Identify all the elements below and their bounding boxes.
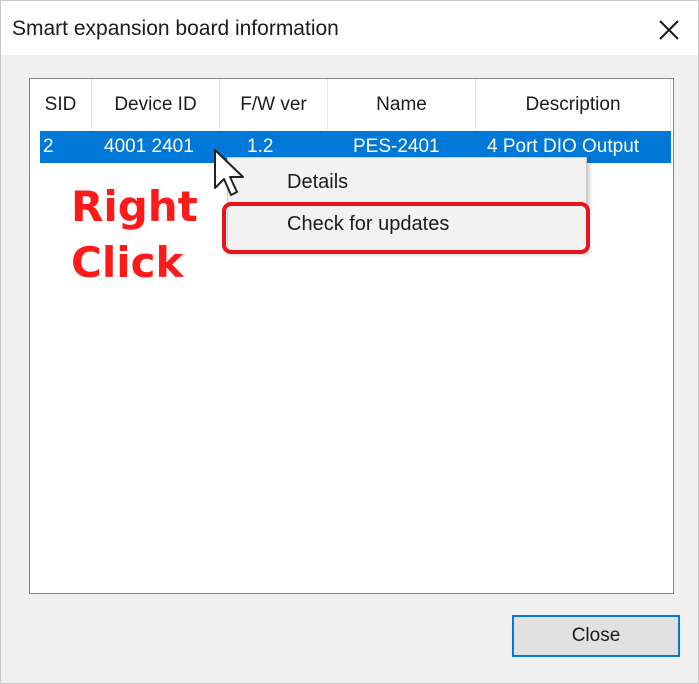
mouse-cursor-icon [212,148,252,204]
title-bar: Smart expansion board information [1,1,698,55]
highlight-box [222,202,590,254]
close-icon[interactable] [656,17,682,43]
dialog-window: Smart expansion board information SID De… [0,0,699,684]
column-header-sid[interactable]: SID [30,79,92,129]
cell-sid: 2 [43,136,54,157]
annotation-line2: Click [71,238,184,287]
column-header-device-id[interactable]: Device ID [92,79,220,129]
right-click-annotation: Right Click [71,179,198,291]
cell-device-id: 4001 2401 [104,136,194,157]
list-header: SID Device ID F/W ver Name Description [30,79,673,129]
window-title: Smart expansion board information [12,17,339,40]
device-list[interactable]: SID Device ID F/W ver Name Description 2… [29,78,674,594]
column-header-description[interactable]: Description [476,79,671,129]
annotation-line1: Right [71,182,198,231]
column-header-fw-ver[interactable]: F/W ver [220,79,328,129]
menu-item-details[interactable]: Details [228,164,586,200]
close-button[interactable]: Close [512,615,680,657]
column-header-name[interactable]: Name [328,79,476,129]
menu-item-details-label: Details [287,171,349,193]
